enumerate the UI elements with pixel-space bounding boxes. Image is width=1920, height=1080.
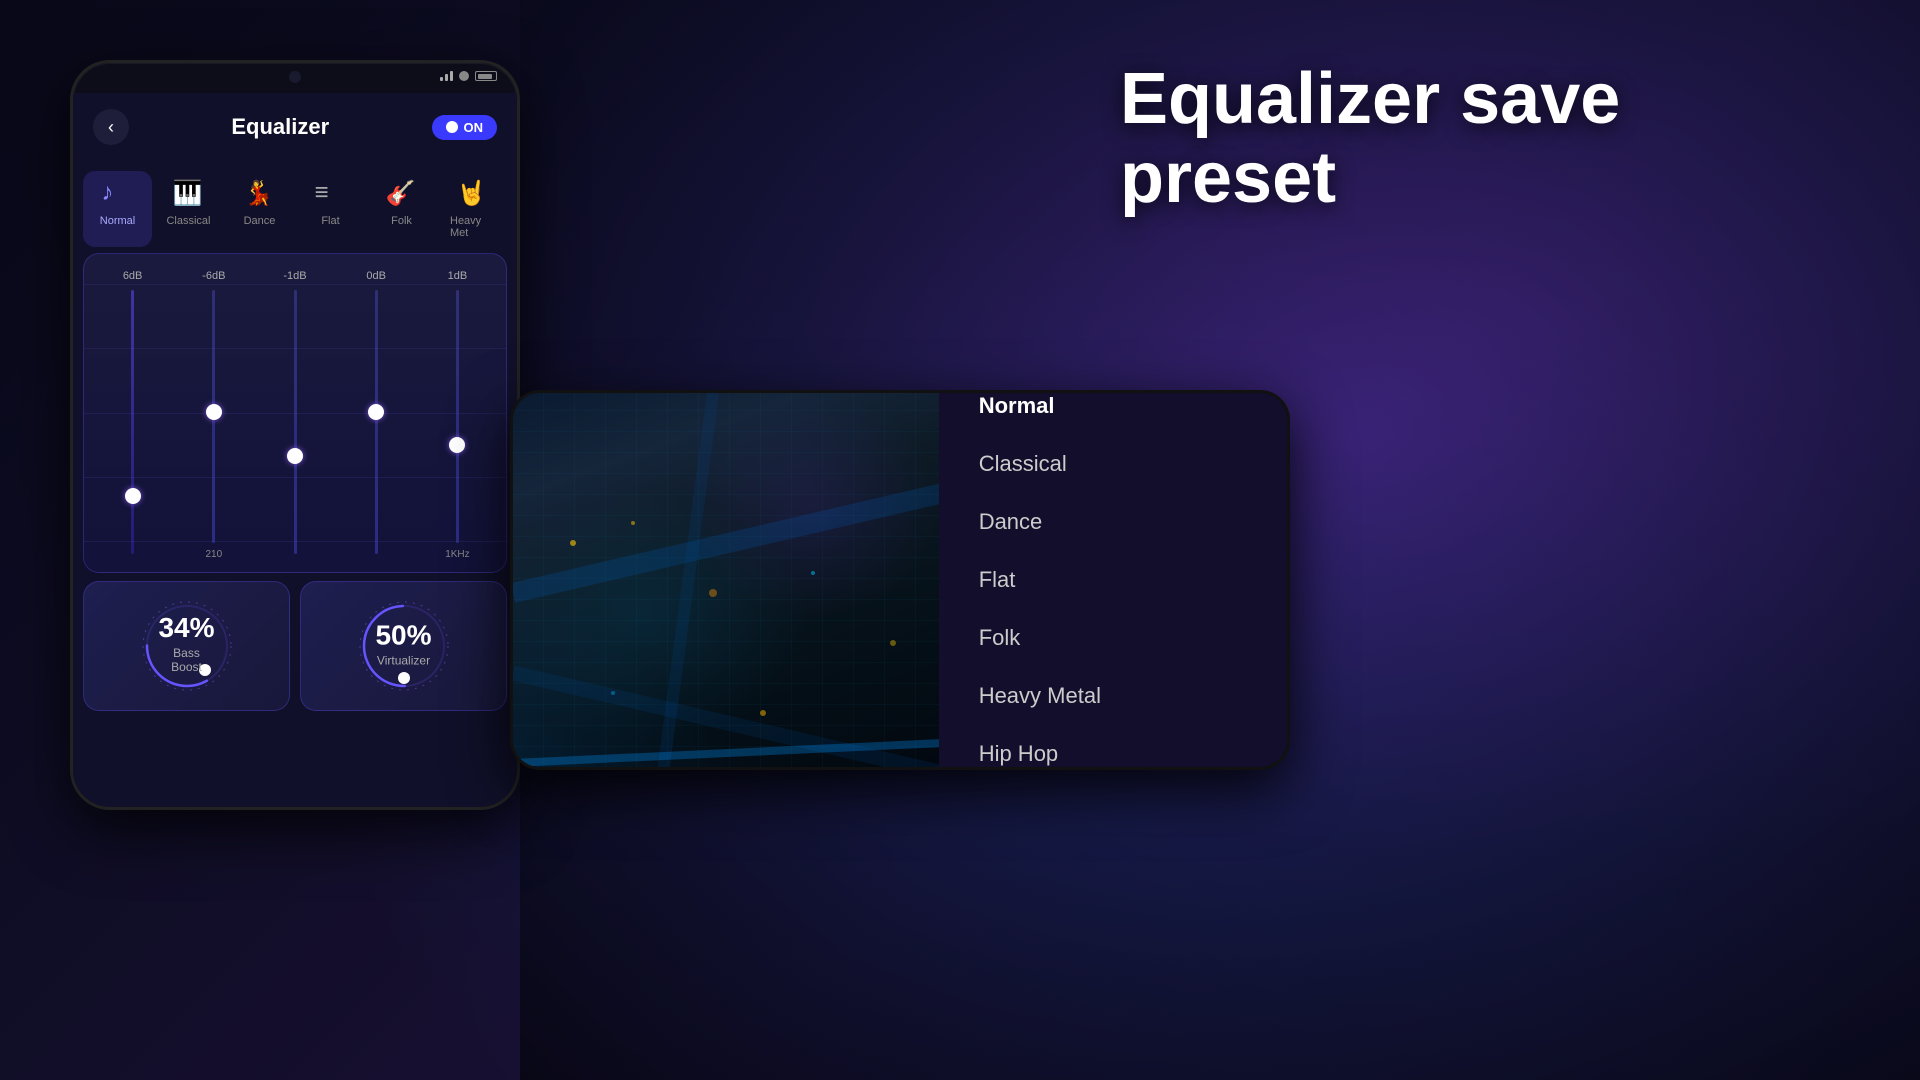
preset-list-classical[interactable]: Classical — [939, 435, 1287, 493]
preset-normal[interactable]: ♪ Normal — [83, 171, 152, 247]
virtualizer-indicator — [398, 672, 410, 684]
band1-thumb[interactable] — [125, 488, 141, 504]
preset-row: ♪ Normal 🎹 Classical 💃 Dance ≡ Flat 🎸 Fo… — [73, 161, 517, 247]
preset-list-dance[interactable]: Dance — [939, 493, 1287, 551]
band5-freq: 1KHz — [445, 549, 469, 560]
band5-slider[interactable] — [456, 290, 459, 543]
band2-thumb[interactable] — [206, 404, 222, 420]
folk-label: Folk — [391, 215, 412, 227]
band1-db: 6dB — [123, 270, 143, 282]
heavy-metal-icon: 🤘 — [457, 179, 489, 211]
power-toggle[interactable]: ON — [432, 115, 498, 140]
preset-list-folk[interactable]: Folk — [939, 609, 1287, 667]
status-bar — [440, 71, 497, 81]
preset-heavy-metal[interactable]: 🤘 Heavy Met — [438, 171, 507, 247]
city-image-area — [513, 393, 939, 767]
eq-panel: 6dB -6dB 210 -1dB — [83, 253, 507, 573]
eq-band-4: 0dB — [340, 270, 413, 560]
band2-db: -6dB — [202, 270, 225, 282]
phone-portrait: ‹ Equalizer ON ♪ Normal 🎹 Classical 💃 Da… — [70, 60, 520, 810]
preset-flat[interactable]: ≡ Flat — [296, 171, 365, 247]
classical-label: Classical — [166, 215, 210, 227]
band3-db: -1dB — [283, 270, 306, 282]
virtualizer-panel: 50% Virtualizer — [300, 581, 507, 711]
preset-list-flat[interactable]: Flat — [939, 551, 1287, 609]
preset-classical[interactable]: 🎹 Classical — [154, 171, 223, 247]
eq-band-2: -6dB 210 — [177, 270, 250, 560]
band3-thumb[interactable] — [287, 448, 303, 464]
wifi-icon — [459, 71, 469, 81]
normal-icon: ♪ — [102, 179, 134, 211]
city-lights-svg — [513, 393, 939, 767]
normal-label: Normal — [100, 215, 135, 227]
app-title: Equalizer — [231, 114, 329, 140]
virtualizer-value: 50% — [375, 620, 431, 652]
bass-boost-value: 34% — [158, 612, 214, 644]
dance-icon: 💃 — [244, 179, 276, 211]
band2-freq: 210 — [205, 549, 222, 560]
band4-slider[interactable] — [375, 290, 378, 554]
signal-bar-2 — [445, 74, 448, 81]
preset-dance[interactable]: 💃 Dance — [225, 171, 294, 247]
preset-list-area: Normal Classical Dance Flat Folk Heavy M… — [939, 393, 1287, 767]
band4-db: 0dB — [366, 270, 386, 282]
bass-boost-knob[interactable]: 34% Bass Boost — [137, 596, 237, 696]
band5-thumb[interactable] — [449, 437, 465, 453]
band4-thumb[interactable] — [368, 404, 384, 420]
preset-list-heavy-metal[interactable]: Heavy Metal — [939, 667, 1287, 725]
toggle-label: ON — [464, 120, 484, 135]
toggle-dot — [446, 121, 458, 133]
knob-row: 34% Bass Boost — [83, 581, 507, 711]
main-heading: Equalizer save preset — [1120, 60, 1820, 218]
phone-landscape: Normal Classical Dance Flat Folk Heavy M… — [510, 390, 1290, 770]
flat-label: Flat — [321, 215, 339, 227]
classical-icon: 🎹 — [173, 179, 205, 211]
eq-sliders: 6dB -6dB 210 -1dB — [96, 270, 494, 560]
preset-list-normal[interactable]: Normal — [939, 390, 1287, 435]
back-button[interactable]: ‹ — [93, 109, 129, 145]
eq-band-5: 1dB 1KHz — [421, 270, 494, 560]
app-content: ‹ Equalizer ON ♪ Normal 🎹 Classical 💃 Da… — [73, 93, 517, 807]
band1-slider[interactable] — [131, 290, 134, 554]
eq-band-1: 6dB — [96, 270, 169, 560]
preset-list-hip-hop[interactable]: Hip Hop — [939, 725, 1287, 770]
flat-icon: ≡ — [315, 179, 347, 211]
signal-indicator — [440, 71, 453, 81]
band3-slider[interactable] — [294, 290, 297, 554]
signal-bar-3 — [450, 71, 453, 81]
band5-db: 1dB — [448, 270, 468, 282]
bass-boost-label: Bass Boost — [158, 646, 214, 674]
folk-icon: 🎸 — [386, 179, 418, 211]
band2-slider[interactable] — [212, 290, 215, 543]
virtualizer-label: Virtualizer — [375, 654, 431, 668]
phone-landscape-inner: Normal Classical Dance Flat Folk Heavy M… — [513, 393, 1287, 767]
signal-bar-1 — [440, 77, 443, 81]
eq-band-3: -1dB — [258, 270, 331, 560]
app-header: ‹ Equalizer ON — [73, 93, 517, 161]
dance-label: Dance — [244, 215, 276, 227]
preset-folk[interactable]: 🎸 Folk — [367, 171, 436, 247]
virtualizer-knob[interactable]: 50% Virtualizer — [354, 596, 454, 696]
battery-icon — [475, 71, 497, 81]
heavy-metal-label: Heavy Met — [450, 215, 495, 239]
bass-boost-panel: 34% Bass Boost — [83, 581, 290, 711]
